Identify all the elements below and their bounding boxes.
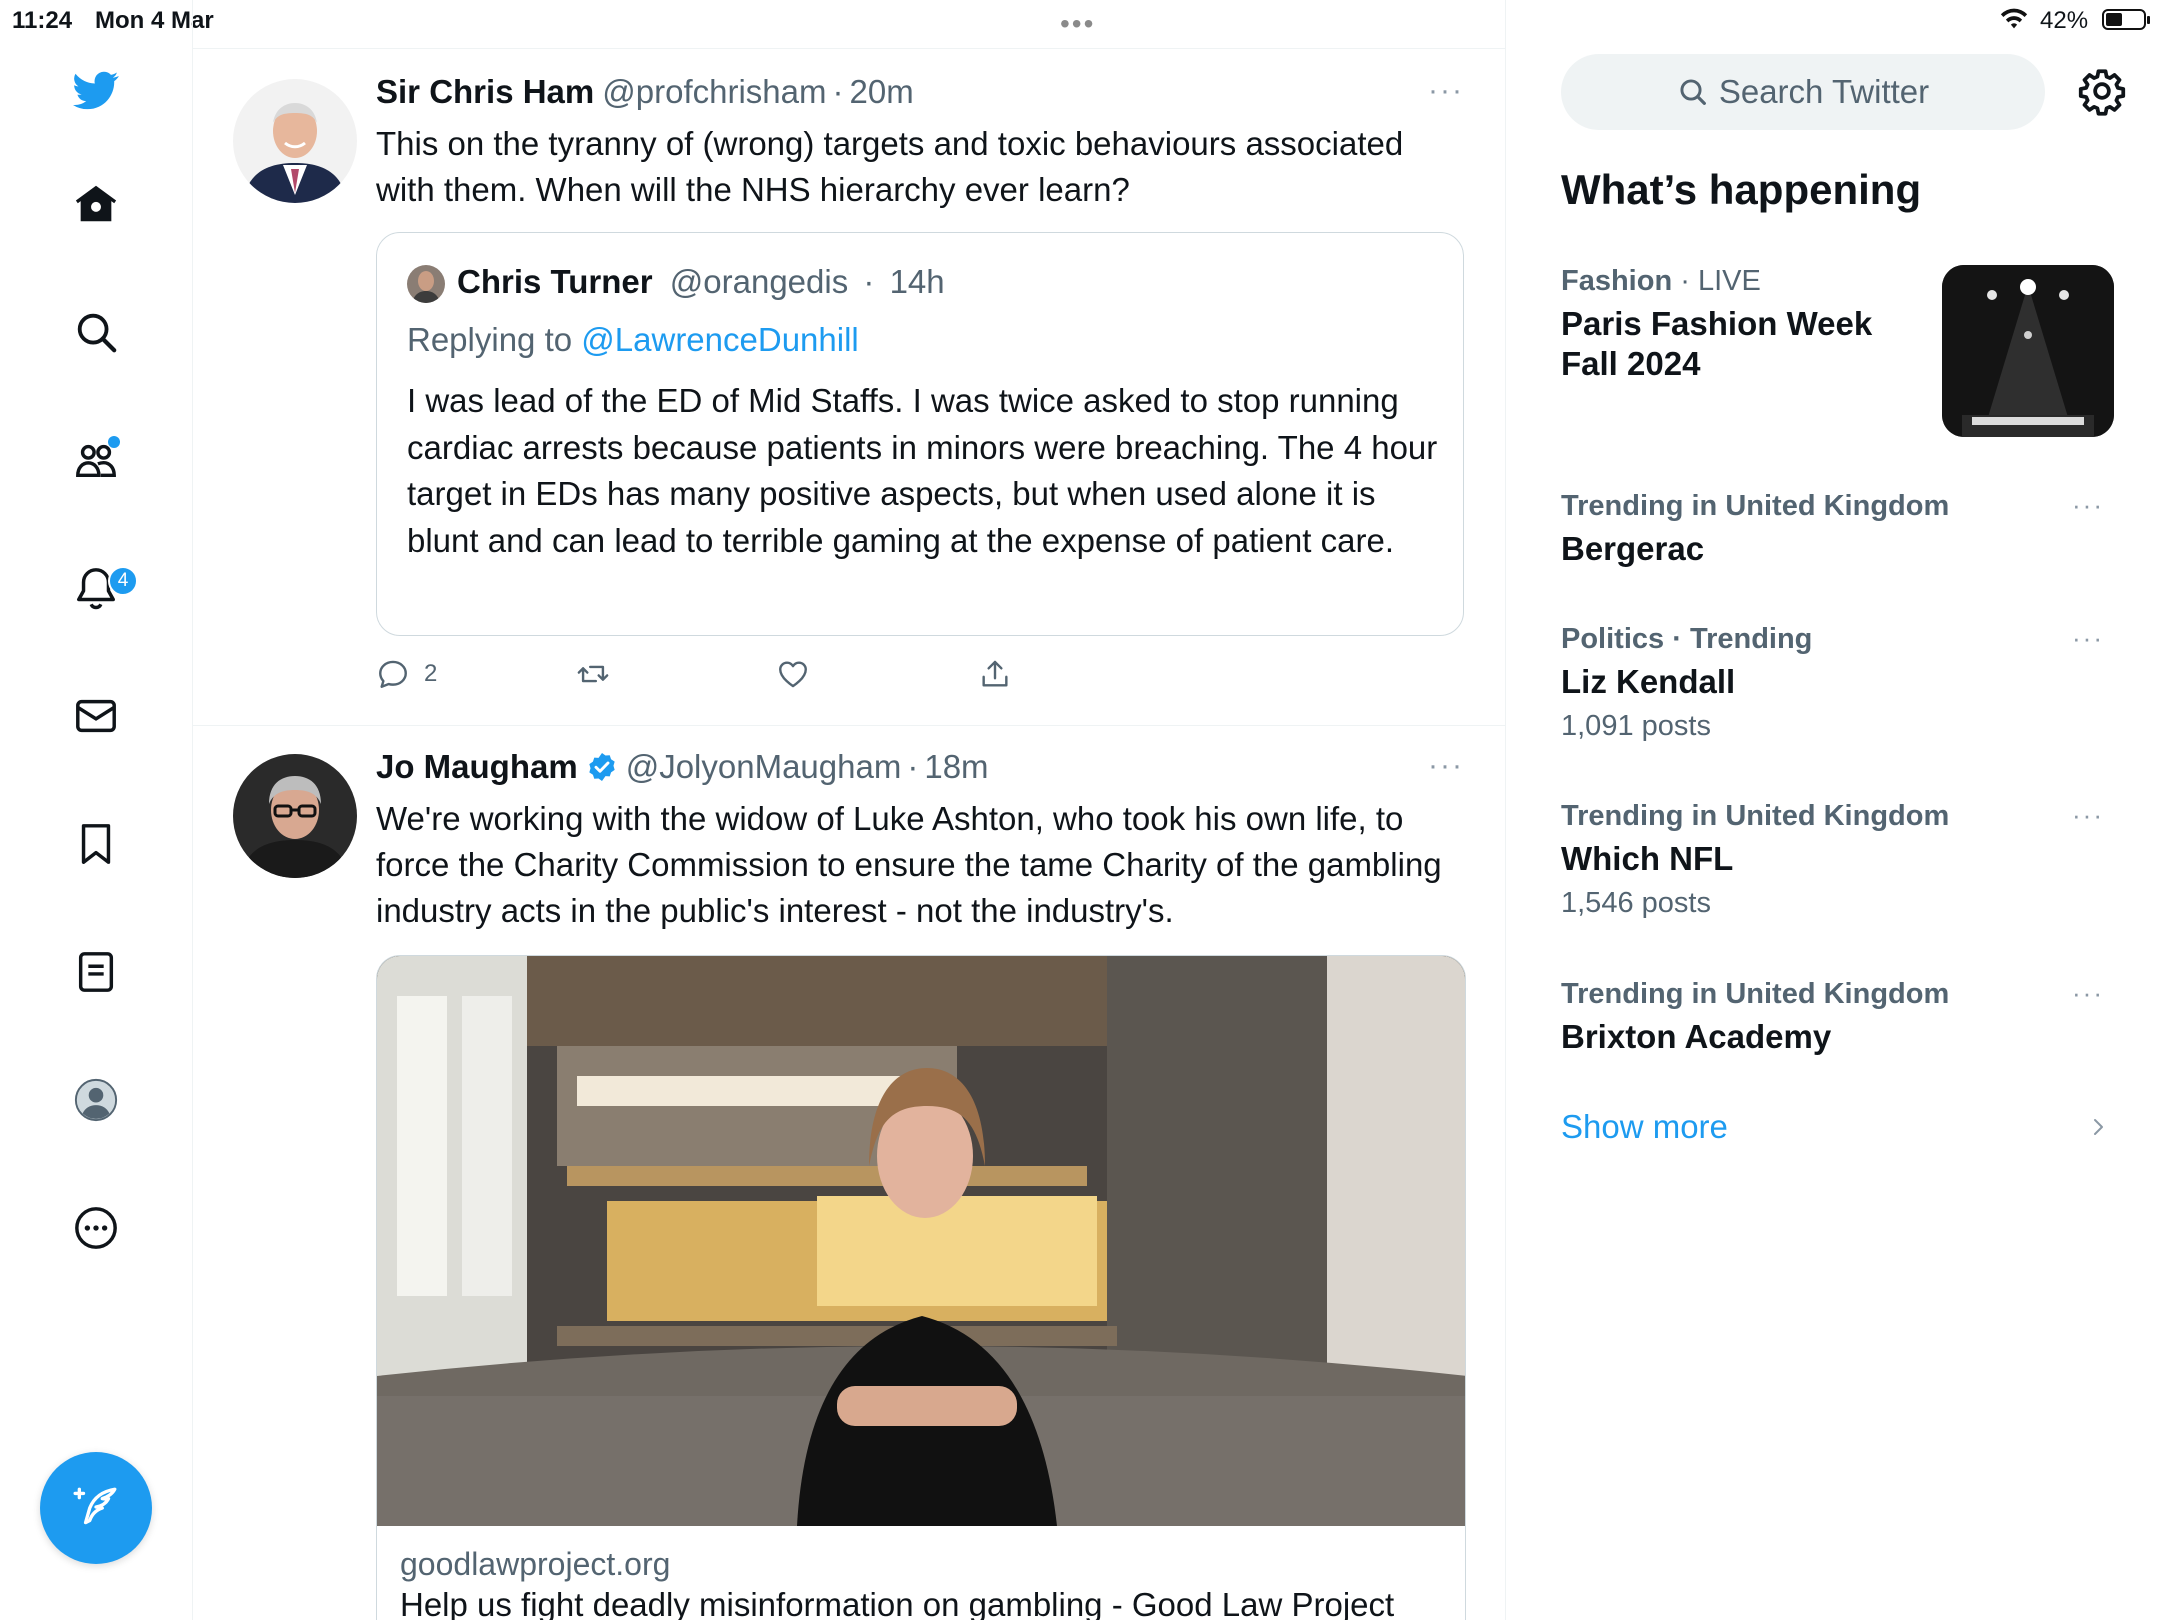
- communities-dot: [108, 436, 120, 448]
- bookmark-icon[interactable]: [70, 818, 122, 870]
- search-box[interactable]: Search Twitter: [1561, 54, 2045, 130]
- tweet-text: This on the tyranny of (wrong) targets a…: [376, 125, 1404, 208]
- profile-icon[interactable]: [70, 1074, 122, 1126]
- trend-item[interactable]: Trending in United Kingdom Which NFL 1,5…: [1561, 800, 2121, 920]
- share-icon: [982, 660, 1008, 687]
- tweet[interactable]: Sir Chris Ham @profchrisham · 20m ··· Th…: [193, 0, 1506, 725]
- search-icon[interactable]: [70, 306, 122, 358]
- left-navigation: 4: [0, 0, 193, 1620]
- right-sidebar: Search Twitter What’s happening Fashion …: [1507, 0, 2160, 1620]
- quoted-header: Chris Turner @orangedis · 14h: [457, 263, 945, 301]
- tweet-header: Sir Chris Ham @profchrisham · 20m: [376, 73, 914, 111]
- whats-happening-title: What’s happening: [1561, 166, 1922, 213]
- card-domain: goodlawproject.org: [400, 1546, 671, 1582]
- timeline: Sir Chris Ham @profchrisham · 20m ··· Th…: [193, 0, 1506, 1620]
- trend-item[interactable]: Trending in United Kingdom Bergerac: [1561, 490, 2121, 569]
- trend-meta: Trending in United Kingdom: [1561, 978, 2121, 1011]
- share-button[interactable]: [978, 657, 1012, 691]
- quoted-avatar: [407, 265, 445, 303]
- tweet-separator: ·: [832, 73, 844, 110]
- trend-category: Trending in United Kingdom: [1561, 978, 1950, 1010]
- trend-category: Fashion: [1561, 265, 1673, 297]
- notifications-badge: 4: [108, 566, 138, 596]
- compose-feather-icon: [73, 1487, 117, 1525]
- verified-badge-icon: [589, 753, 615, 781]
- trend-meta: Trending in United Kingdom: [1561, 490, 2121, 523]
- tweet-separator: ·: [907, 748, 919, 785]
- trend-image: [1942, 265, 2114, 437]
- quoted-timestamp: 14h: [889, 263, 945, 300]
- quoted-separator: ·: [863, 263, 875, 300]
- tweet-author-name[interactable]: Sir Chris Ham: [376, 73, 594, 111]
- gear-icon[interactable]: [2077, 66, 2127, 116]
- tweet-author-handle[interactable]: @profchrisham: [602, 73, 826, 111]
- bell-icon[interactable]: 4: [70, 562, 138, 614]
- trend-title: Brixton Academy: [1561, 1018, 1832, 1055]
- reply-button[interactable]: 2: [376, 657, 437, 691]
- search-icon: [1680, 79, 1706, 105]
- twitter-logo-icon[interactable]: [70, 64, 122, 116]
- trend-separator: ·: [1680, 265, 1690, 297]
- trend-category: Politics: [1561, 623, 1665, 655]
- tweet-header: Jo Maugham @JolyonMaugham · 18m: [376, 748, 989, 786]
- like-button[interactable]: [776, 657, 810, 691]
- quoted-author-name: Chris Turner: [457, 263, 653, 300]
- trend-title: Liz Kendall: [1561, 663, 1736, 700]
- heart-icon: [779, 661, 807, 688]
- trend-status: Trending: [1689, 623, 1813, 655]
- quoted-author-handle: @orangedis: [669, 263, 849, 300]
- trend-separator: ·: [1672, 623, 1682, 655]
- communities-icon[interactable]: [70, 434, 122, 486]
- trend-title: Bergerac: [1561, 530, 1705, 567]
- mail-icon[interactable]: [70, 690, 122, 742]
- chevron-right-icon: [2094, 1119, 2103, 1135]
- link-card[interactable]: goodlawproject.org Help us fight deadly …: [376, 955, 1466, 1620]
- show-more-link[interactable]: Show more: [1561, 1108, 1728, 1146]
- compose-tweet-button[interactable]: [40, 1452, 152, 1564]
- replying-to-label: Replying to: [407, 321, 573, 358]
- quoted-tweet[interactable]: Chris Turner @orangedis · 14h Replying t…: [376, 232, 1464, 636]
- retweet-icon: [577, 665, 609, 683]
- trend-more-icon[interactable]: ···: [2072, 623, 2104, 654]
- card-image: [377, 956, 1465, 1526]
- reply-count: 2: [424, 660, 438, 687]
- replying-to: Replying to @LawrenceDunhill: [407, 321, 859, 359]
- tweet-more-icon[interactable]: ···: [1428, 749, 1464, 783]
- tweet-author-handle[interactable]: @JolyonMaugham: [626, 748, 902, 786]
- home-icon[interactable]: [70, 178, 122, 230]
- reply-icon: [379, 660, 407, 688]
- avatar[interactable]: [233, 79, 357, 203]
- trend-post-count: 1,091 posts: [1561, 710, 1711, 742]
- list-icon[interactable]: [70, 946, 122, 998]
- tweet-timestamp[interactable]: 18m: [924, 748, 988, 786]
- replying-to-mention[interactable]: @LawrenceDunhill: [581, 321, 858, 358]
- trend-category: Trending in United Kingdom: [1561, 490, 1950, 522]
- avatar[interactable]: [233, 754, 357, 878]
- tweet-text: We're working with the widow of Luke Ash…: [376, 800, 1442, 929]
- quoted-text: I was lead of the ED of Mid Staffs. I wa…: [407, 382, 1438, 559]
- trend-post-count: 1,546 posts: [1561, 887, 1711, 919]
- more-circle-icon[interactable]: [70, 1202, 122, 1254]
- trend-meta: Trending in United Kingdom: [1561, 800, 2121, 833]
- tweet-author-name[interactable]: Jo Maugham: [376, 748, 578, 786]
- trend-item[interactable]: Trending in United Kingdom Brixton Acade…: [1561, 978, 2121, 1057]
- trend-status: LIVE: [1697, 265, 1761, 297]
- trend-item[interactable]: Politics · Trending Liz Kendall 1,091 po…: [1561, 623, 2121, 743]
- trend-more-icon[interactable]: ···: [2072, 978, 2104, 1009]
- trend-more-icon[interactable]: ···: [2072, 490, 2104, 521]
- tweet-timestamp[interactable]: 20m: [849, 73, 913, 111]
- tweet-more-icon[interactable]: ···: [1428, 74, 1464, 108]
- trend-title: Which NFL: [1561, 840, 1734, 877]
- trend-meta: Politics · Trending: [1561, 623, 2121, 656]
- search-placeholder: Search Twitter: [1718, 73, 1930, 110]
- card-title: Help us fight deadly misinformation on g…: [400, 1586, 1395, 1620]
- trend-more-icon[interactable]: ···: [2072, 800, 2104, 831]
- retweet-button[interactable]: [576, 657, 610, 691]
- trend-title: Paris Fashion Week Fall 2024: [1561, 305, 1873, 382]
- trend-category: Trending in United Kingdom: [1561, 800, 1950, 832]
